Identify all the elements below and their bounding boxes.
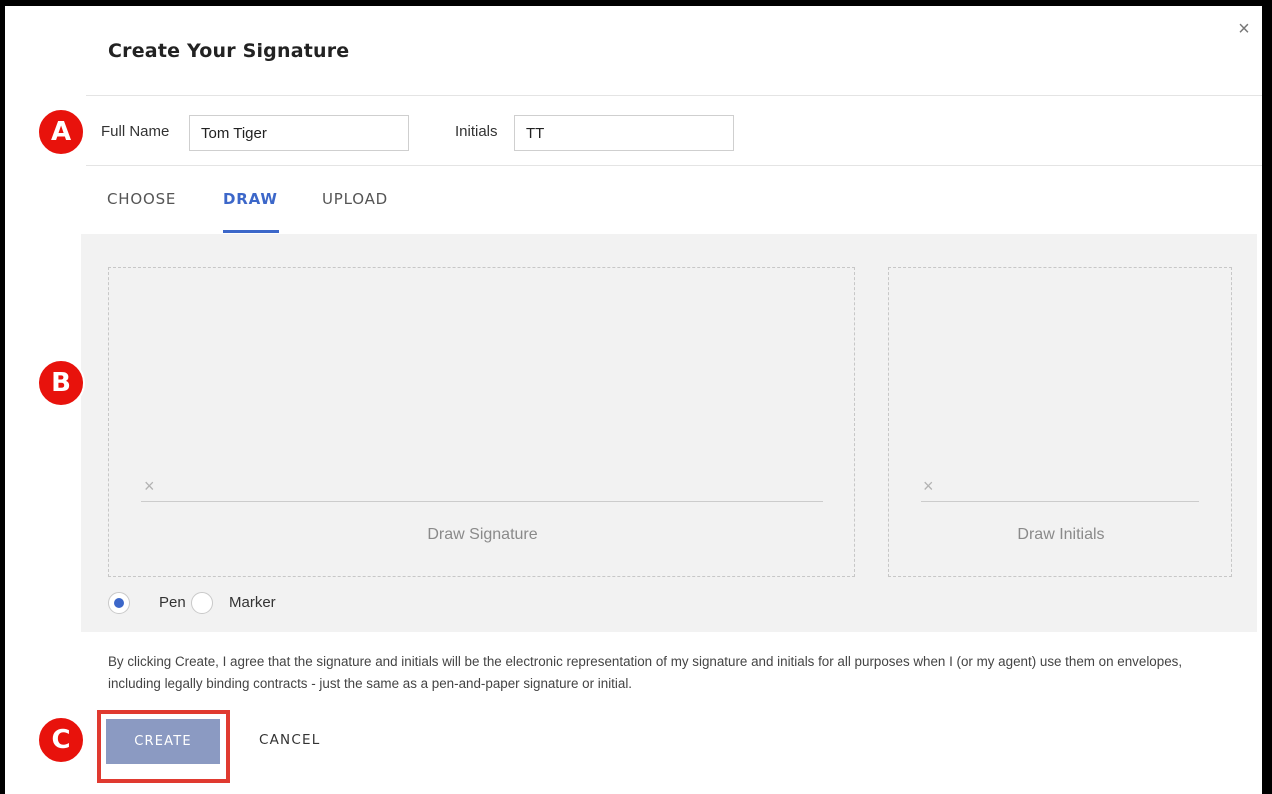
pen-radio[interactable] <box>108 592 130 614</box>
cancel-button[interactable]: CANCEL <box>259 732 320 748</box>
step-a-badge: A <box>37 108 85 156</box>
create-signature-dialog: Create Your Signature × Full Name Initia… <box>5 6 1262 794</box>
initials-label: Initials <box>455 123 498 140</box>
create-button[interactable]: CREATE <box>106 719 220 764</box>
initials-input[interactable] <box>514 115 734 151</box>
marker-label[interactable]: Marker <box>229 594 276 611</box>
close-icon[interactable]: × <box>1233 18 1255 40</box>
step-b-badge: B <box>37 359 85 407</box>
draw-area: × Draw Signature × Draw Initials Pen Mar… <box>81 234 1257 632</box>
active-tab-indicator <box>223 230 279 233</box>
draw-signature-caption: Draw Signature <box>427 526 538 543</box>
step-c-badge: C <box>37 716 85 764</box>
draw-initials-caption: Draw Initials <box>1017 526 1105 543</box>
full-name-input[interactable] <box>189 115 409 151</box>
tab-upload[interactable]: UPLOAD <box>322 190 388 208</box>
pen-label[interactable]: Pen <box>159 594 186 611</box>
dialog-title: Create Your Signature <box>108 40 350 62</box>
divider <box>86 165 1262 166</box>
initials-pad[interactable]: × Draw Initials <box>888 267 1232 577</box>
signature-baseline <box>141 501 823 502</box>
initials-baseline <box>921 501 1199 502</box>
signature-x-icon: × <box>144 476 155 496</box>
initials-x-icon: × <box>923 476 934 496</box>
legal-disclaimer: By clicking Create, I agree that the sig… <box>108 654 1183 691</box>
marker-radio[interactable] <box>191 592 213 614</box>
full-name-label: Full Name <box>101 123 170 140</box>
tab-choose[interactable]: CHOOSE <box>107 190 176 208</box>
tab-draw[interactable]: DRAW <box>223 190 278 208</box>
divider <box>86 95 1262 96</box>
signature-pad[interactable]: × Draw Signature <box>108 267 855 577</box>
